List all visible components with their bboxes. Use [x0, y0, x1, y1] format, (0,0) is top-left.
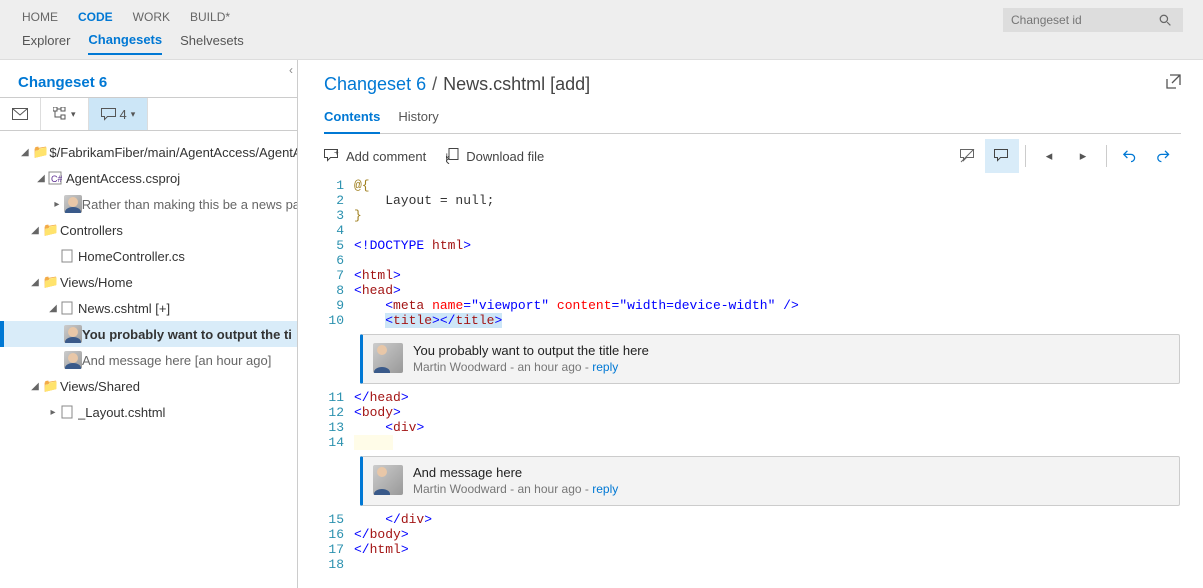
- nav-code[interactable]: CODE: [78, 10, 113, 24]
- content-toolbar: + Add comment Download file ◂ ▸: [324, 134, 1181, 178]
- tree-file-layout[interactable]: ▸ _Layout.cshtml: [0, 399, 297, 425]
- panel-title: Changeset 6: [0, 60, 297, 97]
- tree-comment-row[interactable]: And message here [an hour ago]: [0, 347, 297, 373]
- svg-text:+: +: [334, 149, 339, 157]
- comment-author: Martin Woodward: [413, 482, 507, 496]
- comment-age: an hour ago: [518, 360, 582, 374]
- tree-file-homecontroller[interactable]: HomeController.cs: [0, 243, 297, 269]
- reply-link[interactable]: reply: [592, 482, 618, 496]
- inline-comment[interactable]: You probably want to output the title he…: [360, 334, 1180, 384]
- svg-text:C#: C#: [51, 174, 62, 184]
- next-icon[interactable]: ▸: [1066, 139, 1100, 173]
- avatar-icon: [373, 465, 403, 495]
- tree-project[interactable]: ◢ C# AgentAccess.csproj: [0, 165, 297, 191]
- comment-text: You probably want to output the title he…: [413, 343, 649, 358]
- prev-icon[interactable]: ◂: [1032, 139, 1066, 173]
- file-name-label: News.cshtml [add]: [443, 74, 590, 95]
- tree-root[interactable]: ◢📁 $/FabrikamFiber/main/AgentAccess/Agen…: [0, 139, 297, 165]
- download-icon: [446, 148, 460, 164]
- nav-work[interactable]: WORK: [133, 10, 170, 24]
- reply-link[interactable]: reply: [592, 360, 618, 374]
- add-comment-button[interactable]: + Add comment: [324, 149, 426, 164]
- comments-filter-button[interactable]: 4 ▾: [89, 98, 149, 130]
- undo-icon[interactable]: [1113, 139, 1147, 173]
- download-button[interactable]: Download file: [446, 148, 544, 164]
- search-icon[interactable]: [1153, 14, 1177, 27]
- redo-icon[interactable]: [1147, 139, 1181, 173]
- tree-comment-selected[interactable]: You probably want to output the ti: [0, 321, 297, 347]
- tree-folder-viewshome[interactable]: ◢📁 Views/Home: [0, 269, 297, 295]
- mail-button[interactable]: [0, 98, 41, 130]
- tree-view-button[interactable]: ▾: [41, 98, 89, 130]
- comment-text: And message here: [413, 465, 618, 480]
- nav-home[interactable]: HOME: [22, 10, 58, 24]
- tree-folder-viewsshared[interactable]: ◢📁 Views/Shared: [0, 373, 297, 399]
- popout-icon[interactable]: [1166, 74, 1181, 89]
- subnav-shelvesets[interactable]: Shelvesets: [180, 33, 244, 54]
- subnav-explorer[interactable]: Explorer: [22, 33, 70, 54]
- right-panel: Changeset 6 / News.cshtml [add] Contents…: [298, 60, 1203, 588]
- avatar-icon: [64, 351, 82, 369]
- top-bar: HOME CODE WORK BUILD* Explorer Changeset…: [0, 0, 1203, 60]
- changeset-link[interactable]: Changeset 6: [324, 74, 426, 95]
- tree-file-news[interactable]: ◢ News.cshtml [+]: [0, 295, 297, 321]
- search-input[interactable]: [1003, 13, 1153, 27]
- tab-history[interactable]: History: [398, 103, 438, 133]
- discussion-on-icon[interactable]: [985, 139, 1019, 173]
- nav-build[interactable]: BUILD*: [190, 10, 230, 24]
- inline-comment[interactable]: And message here Martin Woodward - an ho…: [360, 456, 1180, 506]
- avatar-icon: [64, 325, 82, 343]
- tree-folder-controllers[interactable]: ◢📁 Controllers: [0, 217, 297, 243]
- comment-author: Martin Woodward: [413, 360, 507, 374]
- code-viewer[interactable]: 1@{ 2 Layout = null; 3} 4 5<!DOCTYPE htm…: [324, 178, 1181, 572]
- collapse-icon[interactable]: ‹: [289, 63, 293, 77]
- search-box[interactable]: [1003, 8, 1183, 32]
- discussion-off-icon[interactable]: [951, 139, 985, 173]
- avatar-icon: [373, 343, 403, 373]
- comment-age: an hour ago: [518, 482, 582, 496]
- comment-count: 4: [120, 107, 127, 122]
- tree-comment-row[interactable]: ▸ Rather than making this be a news pa: [0, 191, 297, 217]
- subnav-changesets[interactable]: Changesets: [88, 32, 162, 55]
- avatar-icon: [64, 195, 82, 213]
- add-comment-icon: +: [324, 149, 340, 163]
- panel-toolbar: ▾ 4 ▾: [0, 97, 297, 131]
- content-header: Changeset 6 / News.cshtml [add]: [324, 74, 1181, 95]
- tab-contents[interactable]: Contents: [324, 103, 380, 134]
- file-tree: ◢📁 $/FabrikamFiber/main/AgentAccess/Agen…: [0, 131, 297, 425]
- left-panel: ‹ Changeset 6 ▾ 4 ▾ ◢📁 $/FabrikamFiber/m…: [0, 60, 298, 588]
- content-tabs: Contents History: [324, 103, 1181, 134]
